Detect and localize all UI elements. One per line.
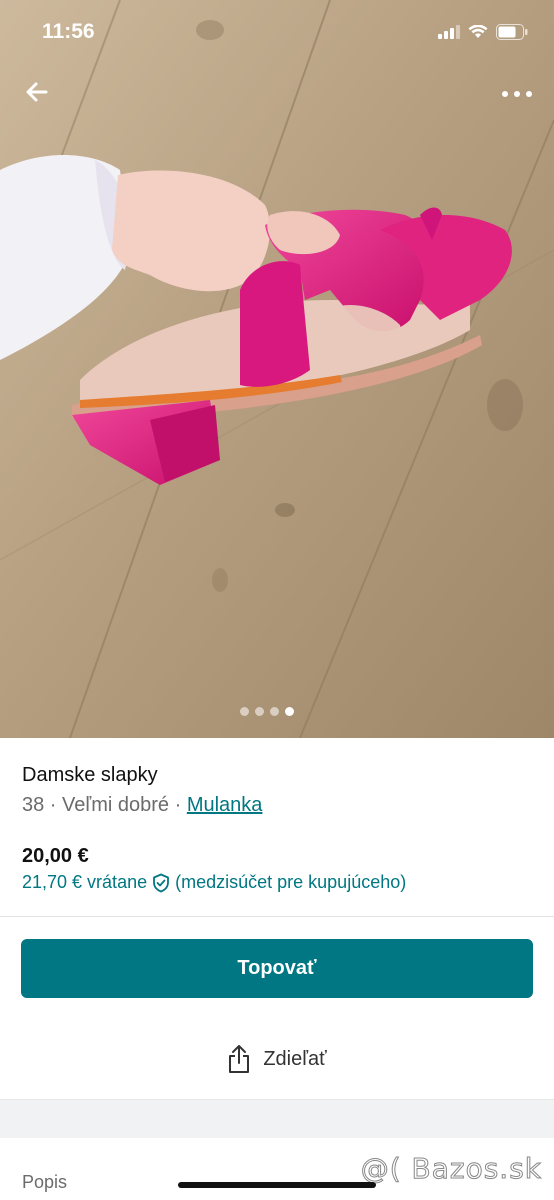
price-incl-amount: 21,70 € vrátane (22, 872, 148, 892)
item-condition: Veľmi dobré (62, 794, 170, 816)
share-icon (229, 1045, 250, 1073)
gallery-dot[interactable] (255, 707, 264, 716)
description-label: Popis (22, 1172, 68, 1192)
item-size: 38 (22, 794, 45, 816)
meta-separator: · (169, 794, 187, 816)
battery-icon (496, 24, 528, 40)
product-image (0, 0, 554, 738)
gallery-pagination[interactable] (240, 707, 294, 716)
gallery-dot[interactable] (240, 707, 249, 716)
wifi-icon (468, 25, 488, 38)
meta-separator: · (44, 794, 63, 816)
status-time: 11:56 (42, 20, 95, 43)
item-meta: 38 · Veľmi dobré · Mulanka (22, 794, 262, 817)
price-incl-note: (medzisúčet pre kupujúceho) (175, 872, 407, 892)
share-button[interactable]: Zdieľať (0, 1030, 554, 1088)
back-button[interactable] (20, 74, 56, 110)
gallery-dot[interactable] (270, 707, 279, 716)
buyer-protection-price[interactable]: 21,70 € vrátane (medzisúčet pre kupujúce… (22, 872, 406, 893)
divider (0, 916, 554, 917)
ellipsis-horizontal-icon (502, 91, 532, 97)
item-title: Damske slapky (22, 764, 158, 786)
status-bar: 11:56 (0, 0, 554, 64)
gallery-dot-active[interactable] (285, 707, 294, 716)
home-indicator[interactable] (178, 1182, 376, 1188)
shield-check-icon (153, 873, 170, 892)
product-photo[interactable]: 11:56 (0, 0, 554, 738)
section-separator (0, 1099, 554, 1138)
signal-icon (438, 25, 460, 39)
arrow-left-icon (26, 82, 48, 102)
seller-link[interactable]: Mulanka (187, 794, 263, 816)
bump-button[interactable]: Topovať (21, 939, 533, 998)
share-label: Zdieľať (263, 1047, 327, 1070)
watermark: @( Bazos.sk (360, 1152, 542, 1186)
more-options-button[interactable] (500, 80, 534, 104)
status-icons (438, 24, 528, 40)
item-price: 20,00 € (22, 845, 89, 867)
